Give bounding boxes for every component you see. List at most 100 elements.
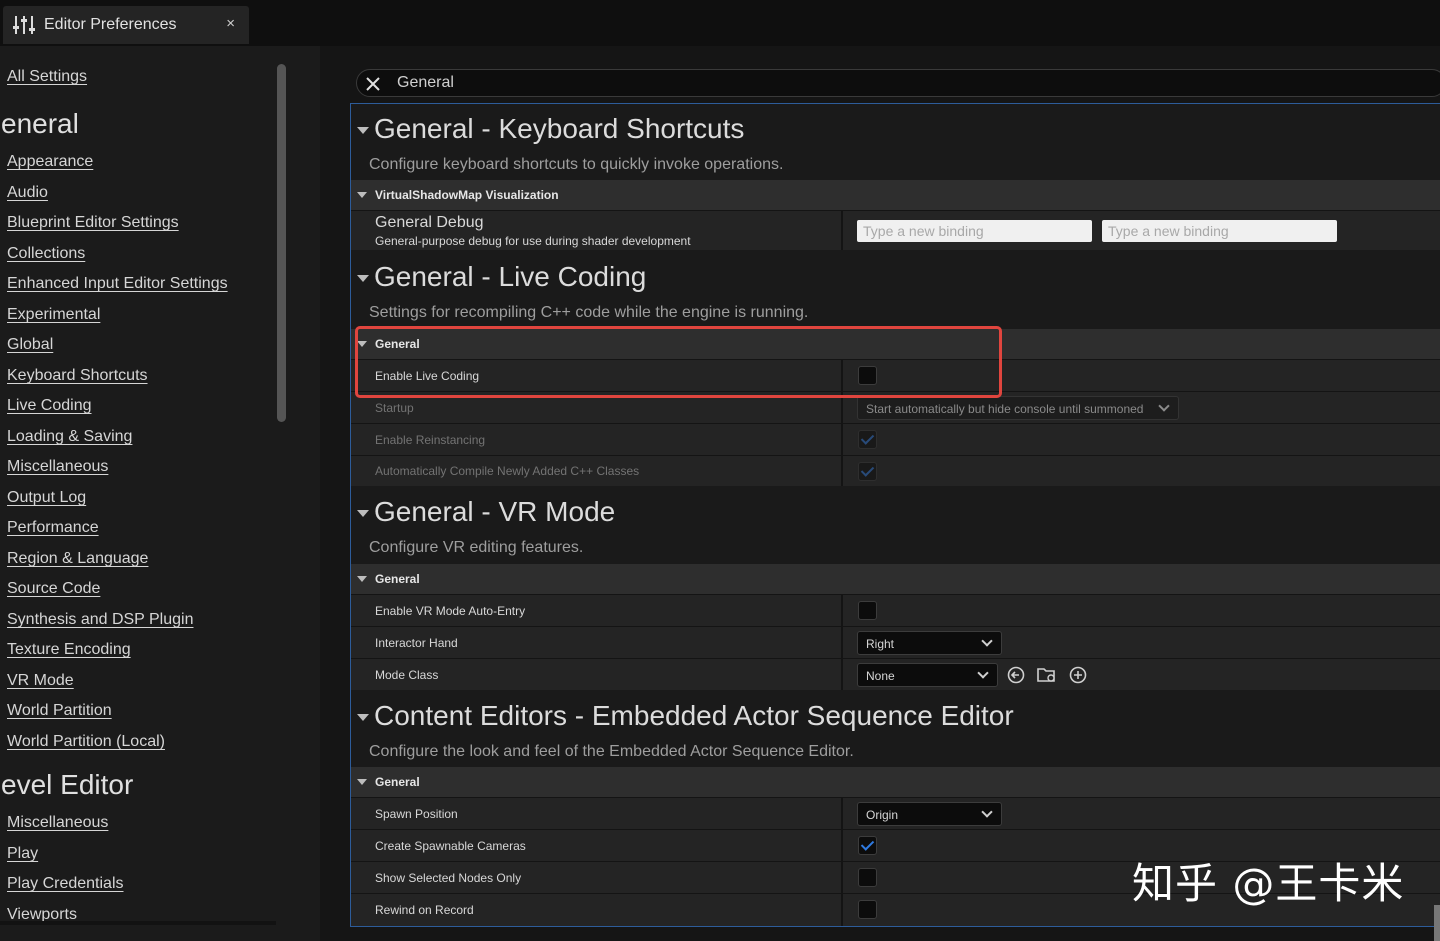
spawn-position-dropdown[interactable]: Origin (857, 802, 1002, 826)
row-label: Enable Reinstancing (375, 433, 486, 447)
row-vr-auto-entry: Enable VR Mode Auto-Entry (351, 594, 1440, 626)
category-label: General (375, 775, 420, 789)
collapse-arrow-icon[interactable] (357, 510, 369, 517)
row-title: General Debug (375, 214, 484, 231)
startup-dropdown[interactable]: Start automatically but hide console unt… (857, 396, 1179, 420)
binding-input-2[interactable]: Type a new binding (1102, 220, 1337, 242)
tab-title: Editor Preferences (44, 16, 177, 33)
browse-folder-icon[interactable] (1037, 666, 1055, 684)
section-desc-live-coding: Settings for recompiling C++ code while … (369, 304, 809, 321)
column-divider[interactable] (841, 211, 843, 250)
add-icon[interactable] (1069, 666, 1087, 684)
dropdown-value: None (866, 669, 895, 683)
sidebar-item-synthesis-dsp[interactable]: Synthesis and DSP Plugin (7, 611, 193, 629)
sidebar-item-appearance[interactable]: Appearance (7, 153, 93, 171)
sidebar-item-world-partition[interactable]: World Partition (7, 702, 112, 720)
sidebar-item-region-language[interactable]: Region & Language (7, 550, 148, 568)
sidebar-item-output-log[interactable]: Output Log (7, 489, 86, 507)
sidebar-item-blueprint-editor-settings[interactable]: Blueprint Editor Settings (7, 214, 179, 232)
close-tab-icon[interactable]: × (226, 15, 235, 32)
chevron-down-icon (981, 635, 993, 647)
collapse-arrow-icon[interactable] (357, 127, 369, 134)
category-content-general[interactable]: General (351, 767, 1440, 797)
row-subtitle: General-purpose debug for use during sha… (375, 234, 691, 248)
collapse-arrow-icon[interactable] (357, 779, 367, 785)
mode-class-dropdown[interactable]: None (857, 663, 998, 687)
search-box[interactable]: General (356, 69, 1440, 97)
chevron-down-icon (1158, 400, 1170, 412)
sidebar-item-level-miscellaneous[interactable]: Miscellaneous (7, 814, 108, 832)
column-divider[interactable] (841, 659, 843, 690)
sidebar-item-source-code[interactable]: Source Code (7, 580, 100, 598)
sidebar-item-enhanced-input[interactable]: Enhanced Input Editor Settings (7, 275, 228, 293)
row-interactor-hand: Interactor Hand Right (351, 626, 1440, 658)
row-label: Show Selected Nodes Only (375, 871, 522, 885)
show-selected-nodes-checkbox[interactable] (858, 868, 877, 887)
chevron-down-icon (977, 667, 989, 679)
column-divider[interactable] (841, 456, 843, 486)
sidebar-heading-level-editor: evel Editor (1, 769, 134, 800)
sidebar-item-experimental[interactable]: Experimental (7, 306, 100, 324)
enable-reinstancing-checkbox[interactable] (858, 430, 877, 449)
search-input[interactable]: General (397, 74, 454, 92)
watermark: 知乎 @王卡米 (1132, 859, 1405, 908)
row-label: Spawn Position (375, 807, 458, 821)
collapse-arrow-icon[interactable] (357, 576, 367, 582)
collapse-arrow-icon[interactable] (357, 192, 367, 198)
dropdown-value: Origin (866, 808, 899, 822)
use-selected-icon[interactable] (1007, 666, 1025, 684)
sidebar-item-play[interactable]: Play (7, 845, 38, 863)
sidebar-item-collections[interactable]: Collections (7, 245, 85, 263)
collapse-arrow-icon[interactable] (357, 714, 369, 721)
sidebar-item-vr-mode[interactable]: VR Mode (7, 672, 74, 690)
sidebar-horizontal-scrollbar[interactable] (0, 921, 276, 925)
sliders-icon (13, 15, 35, 35)
sidebar-item-texture-encoding[interactable]: Texture Encoding (7, 641, 131, 659)
settings-panel: General - Keyboard Shortcuts Configure k… (350, 103, 1440, 927)
column-divider[interactable] (841, 830, 843, 861)
section-title-keyboard-shortcuts: General - Keyboard Shortcuts (374, 113, 745, 144)
interactor-hand-dropdown[interactable]: Right (857, 631, 1002, 655)
sidebar-item-play-credentials[interactable]: Play Credentials (7, 875, 124, 893)
sidebar-item-performance[interactable]: Performance (7, 519, 99, 537)
sidebar-scrollbar[interactable] (277, 64, 286, 422)
column-divider[interactable] (841, 424, 843, 455)
sidebar-item-audio[interactable]: Audio (7, 184, 48, 202)
editor-preferences-tab[interactable]: Editor Preferences × (3, 6, 249, 44)
category-virtualshadowmap[interactable]: VirtualShadowMap Visualization (351, 180, 1440, 210)
row-label: Automatically Compile Newly Added C++ Cl… (375, 464, 640, 478)
sidebar-item-miscellaneous[interactable]: Miscellaneous (7, 458, 108, 476)
create-spawnable-cameras-checkbox[interactable] (858, 836, 877, 855)
column-divider[interactable] (841, 894, 843, 926)
section-title-embedded-actor-sequence: Content Editors - Embedded Actor Sequenc… (374, 700, 1014, 731)
sidebar-item-world-partition-local[interactable]: World Partition (Local) (7, 733, 165, 751)
dropdown-value: Right (866, 637, 895, 651)
category-label: VirtualShadowMap Visualization (375, 188, 559, 202)
binding-input-1[interactable]: Type a new binding (857, 220, 1092, 242)
sidebar-item-global[interactable]: Global (7, 336, 53, 354)
column-divider[interactable] (841, 627, 843, 658)
panel-scrollbar[interactable] (1434, 905, 1440, 941)
row-spawn-position: Spawn Position Origin (351, 797, 1440, 829)
auto-compile-checkbox[interactable] (858, 462, 877, 481)
column-divider[interactable] (841, 798, 843, 829)
chevron-down-icon (981, 806, 993, 818)
row-label: Create Spawnable Cameras (375, 839, 526, 853)
category-label: General (375, 572, 420, 586)
category-vr-general[interactable]: General (351, 564, 1440, 594)
row-label: Startup (375, 401, 414, 415)
clear-search-icon[interactable] (363, 74, 383, 94)
sidebar-item-live-coding[interactable]: Live Coding (7, 397, 92, 415)
section-desc-vr-mode: Configure VR editing features. (369, 539, 584, 556)
sidebar-all-settings[interactable]: All Settings (7, 68, 87, 86)
collapse-arrow-icon[interactable] (357, 275, 369, 282)
column-divider[interactable] (841, 862, 843, 893)
sidebar-item-keyboard-shortcuts[interactable]: Keyboard Shortcuts (7, 367, 148, 385)
sidebar-item-loading-saving[interactable]: Loading & Saving (7, 428, 132, 446)
column-divider[interactable] (841, 595, 843, 626)
section-desc-embedded-actor-sequence: Configure the look and feel of the Embed… (369, 743, 854, 760)
rewind-on-record-checkbox[interactable] (858, 900, 877, 919)
section-title-live-coding: General - Live Coding (374, 261, 647, 292)
row-auto-compile: Automatically Compile Newly Added C++ Cl… (351, 455, 1440, 486)
vr-auto-entry-checkbox[interactable] (858, 601, 877, 620)
